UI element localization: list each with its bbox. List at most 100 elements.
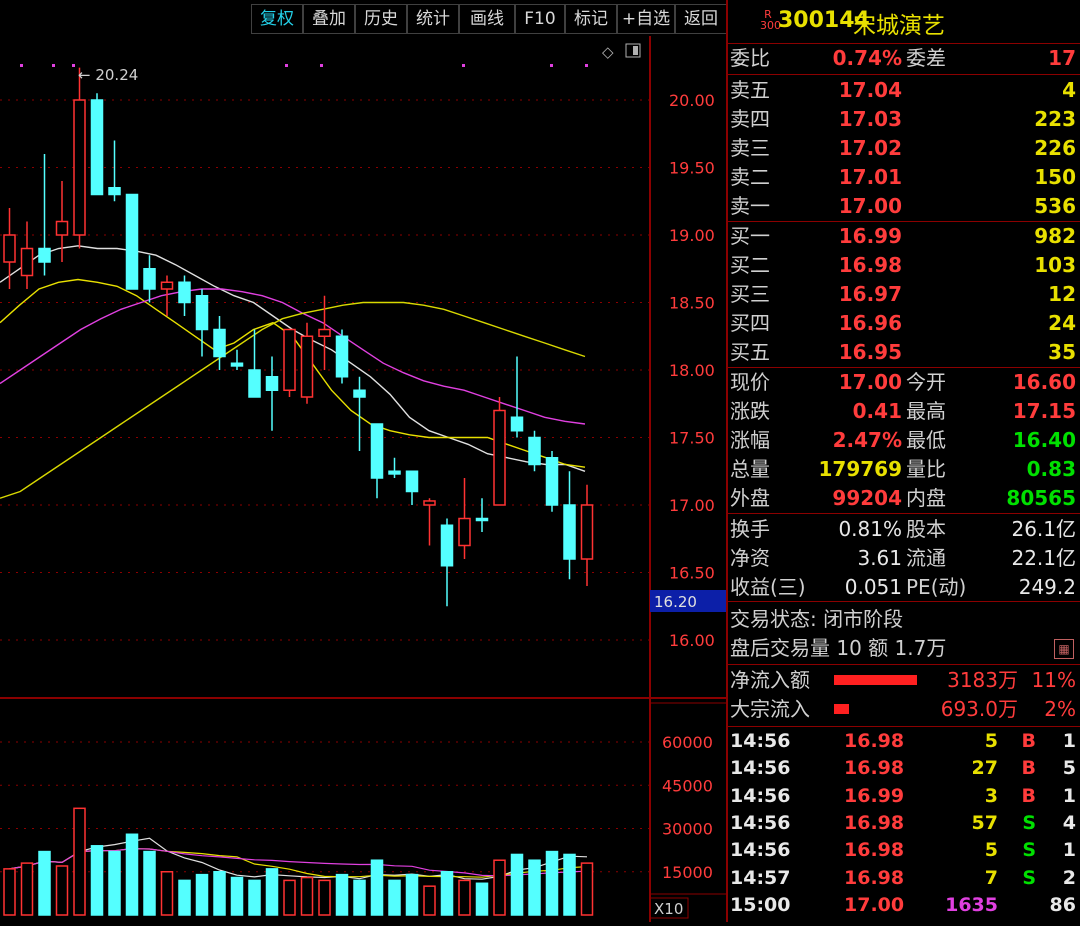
kline-chart[interactable]: ◇ 20.00 19.50 19.00 18.50 18.00 17.50 17.00 16.… bbox=[0, 36, 727, 922]
fundamental-row: 净资 3.61 流通 22.1亿 bbox=[730, 546, 1076, 570]
volume-bar bbox=[213, 871, 226, 916]
volume-axis-label: 15000 bbox=[662, 863, 713, 882]
volume-axis-label: 45000 bbox=[662, 776, 713, 795]
volume-axis-label: 60000 bbox=[662, 733, 713, 752]
buy-level-3: 买三 16.97 12 bbox=[730, 282, 1076, 306]
f10-button[interactable]: F10 bbox=[515, 4, 565, 34]
candle-body bbox=[3, 234, 16, 263]
price-axis-label: 18.50 bbox=[669, 294, 715, 313]
candle-body bbox=[528, 436, 541, 466]
candle-body bbox=[318, 328, 331, 337]
volume-bar bbox=[195, 873, 209, 916]
volume-bar bbox=[318, 879, 331, 916]
buy-level-5: 买五 16.95 35 bbox=[730, 340, 1076, 364]
candle-body bbox=[125, 193, 139, 290]
candle-body bbox=[510, 416, 524, 432]
table-icon[interactable]: ▦ bbox=[1054, 639, 1074, 659]
volume-bar bbox=[73, 807, 86, 916]
restore-rights-button[interactable]: 复权 bbox=[251, 4, 303, 34]
candle-body bbox=[90, 99, 104, 196]
sell-level-1: 卖一 17.00 536 bbox=[730, 194, 1076, 218]
volume-bar bbox=[38, 850, 51, 916]
back-button[interactable]: 返回 bbox=[675, 4, 727, 34]
net-inflow-bar bbox=[834, 675, 917, 685]
candle-body bbox=[493, 409, 506, 506]
volume-bar bbox=[90, 845, 104, 916]
stock-name: 宋城演艺 bbox=[853, 13, 945, 39]
mark-button[interactable]: 标记 bbox=[565, 4, 617, 34]
volume-bar bbox=[20, 862, 34, 916]
volume-bar bbox=[265, 868, 279, 916]
fundamental-row: 换手 0.81% 股本 26.1亿 bbox=[730, 517, 1076, 541]
sell-level-3: 卖三 17.02 226 bbox=[730, 136, 1076, 160]
stat-row: 涨幅 2.47% 最低 16.40 bbox=[730, 428, 1076, 452]
kline-chart-area[interactable]: ◇ 20.00 19.50 19.00 18.50 18.00 17.50 17.00 16.… bbox=[0, 36, 727, 922]
volume-bar bbox=[545, 850, 559, 916]
tick-row: 14:56 16.98 57 S 4 bbox=[730, 811, 1076, 834]
volume-bar bbox=[405, 873, 419, 916]
quote-panel: R 300 300144 宋城演艺 委比 0.74% 委差 17 卖五 17.04… bbox=[728, 0, 1080, 922]
diamond-icon[interactable]: ◇ bbox=[602, 43, 614, 61]
volume-bar bbox=[353, 879, 366, 916]
volume-bar bbox=[300, 876, 314, 916]
volume-unit-label: X10 bbox=[654, 900, 683, 918]
candle-body bbox=[213, 328, 226, 358]
block-inflow-bar bbox=[834, 704, 849, 714]
history-button[interactable]: 历史 bbox=[355, 4, 407, 34]
candle-body bbox=[335, 335, 349, 378]
tick-row: 14:56 16.98 5 B 1 bbox=[730, 730, 1076, 752]
add-watchlist-button[interactable]: +自选 bbox=[617, 4, 675, 34]
tick-row: 14:57 16.98 7 S 2 bbox=[730, 866, 1076, 889]
price-axis-label: 19.00 bbox=[669, 226, 715, 245]
high-price-marker: ← 20.24 bbox=[78, 66, 138, 84]
after-hours-volume: 盘后交易量 10 额 1.7万 ▦ bbox=[728, 634, 1080, 663]
overlay-button[interactable]: 叠加 bbox=[303, 4, 355, 34]
volume-bar bbox=[458, 879, 471, 916]
candle-body bbox=[195, 295, 209, 331]
price-axis-label: 17.00 bbox=[669, 496, 715, 515]
volume-bar bbox=[248, 879, 261, 916]
volume-bar bbox=[580, 862, 594, 916]
candle-body bbox=[178, 281, 191, 304]
price-axis-label: 16.50 bbox=[669, 564, 715, 583]
tick-row: 15:00 17.00 1635 86 bbox=[730, 893, 1076, 916]
net-inflow-row: 净流入额 3183万 11% bbox=[730, 668, 1076, 692]
price-axis-label: 16.00 bbox=[669, 631, 715, 650]
price-axis-label: 18.00 bbox=[669, 361, 715, 380]
sell-level-5: 卖五 17.04 4 bbox=[730, 78, 1076, 102]
fundamental-row: 收益(三) 0.051 PE(动) 249.2 bbox=[730, 575, 1076, 599]
volume-bar bbox=[475, 882, 489, 916]
volume-bar bbox=[125, 833, 139, 916]
trade-status: 交易状态: 闭市阶段 bbox=[730, 607, 904, 631]
candle-body bbox=[38, 247, 51, 263]
candle-body bbox=[248, 369, 261, 398]
candle-body bbox=[388, 470, 401, 475]
market-badge: R 300 bbox=[760, 8, 781, 32]
stat-row: 涨跌 0.41 最高 17.15 bbox=[730, 399, 1076, 423]
candle-body bbox=[230, 362, 244, 367]
volume-bar bbox=[440, 871, 454, 916]
draw-line-button[interactable]: 画线 bbox=[459, 4, 515, 34]
candle-body bbox=[563, 504, 576, 560]
volume-bar bbox=[335, 873, 349, 916]
block-inflow-row: 大宗流入 693.0万 2% bbox=[730, 697, 1076, 721]
price-axis-label: 17.50 bbox=[669, 429, 715, 448]
price-axis-label: 19.50 bbox=[669, 159, 715, 178]
stat-row: 总量 179769 量比 0.83 bbox=[730, 457, 1076, 481]
statistics-button[interactable]: 统计 bbox=[407, 4, 459, 34]
candle-body bbox=[265, 376, 279, 391]
candle-body bbox=[423, 500, 436, 506]
candle-body bbox=[300, 335, 314, 398]
candle-body bbox=[20, 247, 34, 277]
volume-bar bbox=[283, 879, 296, 916]
candle-body bbox=[440, 524, 454, 567]
candle-body bbox=[475, 517, 489, 522]
current-price-tag: 16.20 bbox=[654, 593, 697, 611]
volume-axis-label: 30000 bbox=[662, 820, 713, 839]
candle-body bbox=[160, 281, 174, 290]
candle-body bbox=[370, 423, 384, 479]
candle-body bbox=[580, 504, 594, 560]
candle-body bbox=[55, 220, 69, 236]
candle-body bbox=[108, 187, 121, 196]
volume-bar bbox=[388, 879, 401, 916]
